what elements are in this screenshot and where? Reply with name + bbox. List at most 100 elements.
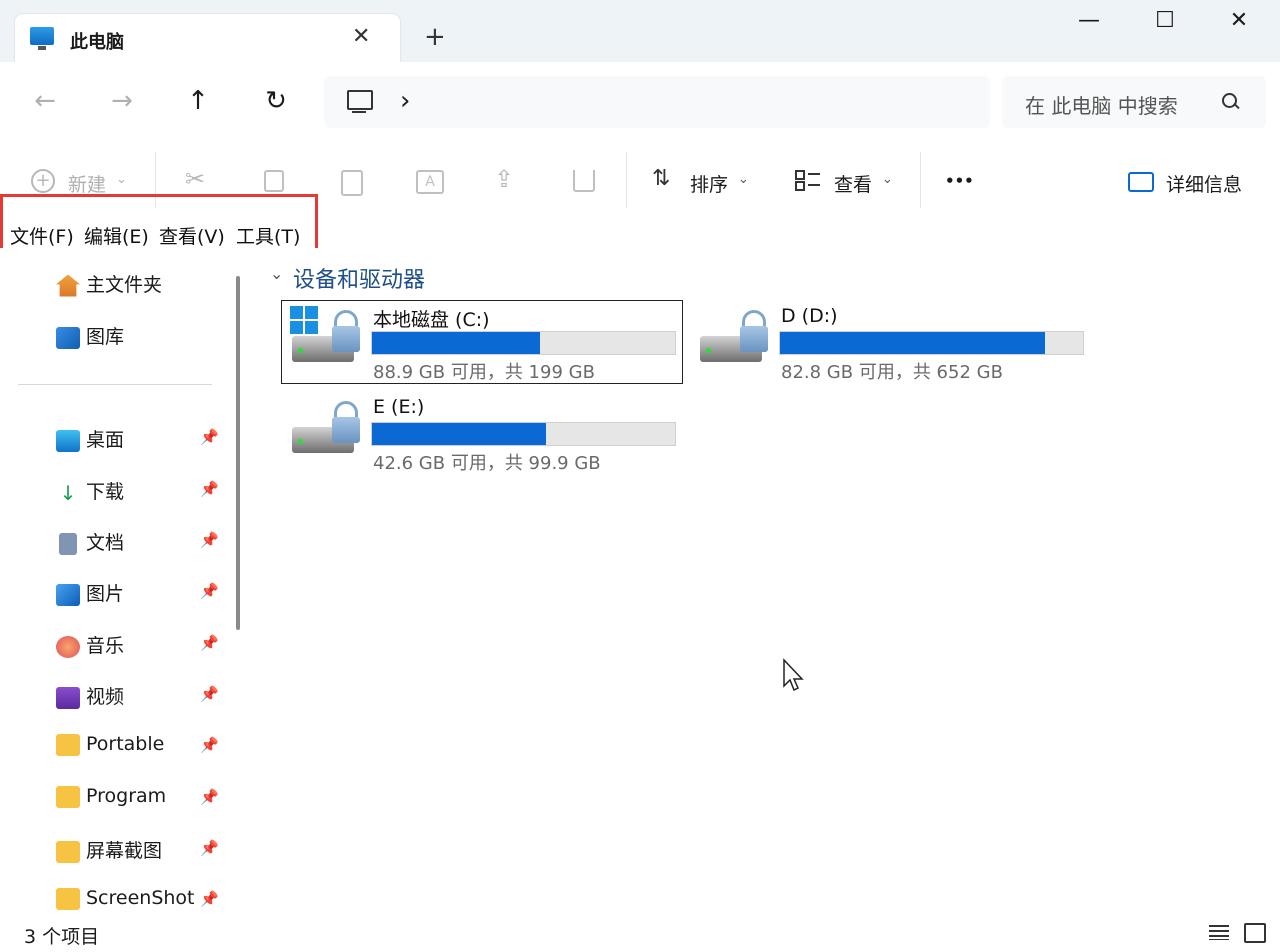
drive-space-c: 88.9 GB 可用，共 199 GB [373, 362, 595, 383]
sidebar-item-videos[interactable]: 视频 [56, 682, 124, 709]
share-icon[interactable]: ⇪ [494, 165, 514, 193]
sidebar-item-label: 视频 [86, 686, 125, 708]
chevron-down-icon: ⌄ [882, 172, 893, 187]
sidebar-item-label: 下载 [86, 481, 125, 503]
copy-icon[interactable] [264, 170, 284, 192]
gallery-icon [56, 326, 80, 349]
drive-name-d[interactable]: D (D:) [781, 305, 838, 327]
pin-icon[interactable]: 📌 [200, 890, 219, 908]
monitor-stand-icon [352, 111, 366, 113]
hard-drive-icon [292, 397, 362, 457]
home-icon [56, 274, 80, 297]
plus-circle-icon: + [31, 169, 55, 193]
up-button[interactable]: ↑ [178, 86, 218, 116]
drive-usage-fill-c [372, 332, 540, 354]
maximize-button[interactable]: ☐ [1142, 8, 1188, 33]
music-icon [56, 635, 80, 658]
details-button[interactable]: 详细信息 [1166, 170, 1242, 197]
pin-icon[interactable]: 📌 [200, 531, 219, 549]
refresh-button[interactable]: ↻ [256, 86, 296, 116]
status-bar [0, 914, 1280, 952]
sidebar-scrollbar[interactable] [236, 276, 240, 630]
sidebar-item-label: 文档 [86, 532, 125, 554]
view-button[interactable]: 查看 [834, 170, 872, 197]
sidebar-item-label: 音乐 [86, 635, 125, 657]
sidebar-item-screenshot[interactable]: ScreenShot [56, 887, 195, 910]
toolbar-separator [920, 152, 921, 208]
sidebar-item-gallery[interactable]: 图库 [56, 322, 124, 349]
cut-icon[interactable]: ✂ [185, 165, 205, 193]
sidebar-item-pictures[interactable]: 图片 [56, 579, 124, 606]
desktop-icon [56, 429, 80, 452]
back-button[interactable]: ← [25, 86, 65, 116]
sidebar-item-screenshots-cn[interactable]: 屏幕截图 [56, 836, 162, 863]
computer-icon [30, 27, 54, 45]
drive-usage-fill-d [780, 332, 1045, 354]
hard-drive-icon [292, 306, 362, 366]
sort-button[interactable]: 排序 [690, 170, 728, 197]
breadcrumb-chevron-icon[interactable]: › [400, 86, 410, 116]
forward-button[interactable]: → [102, 86, 142, 116]
section-header-devices[interactable]: 设备和驱动器 [293, 262, 425, 294]
folder-icon [56, 887, 80, 910]
drive-usage-bar-d [779, 331, 1084, 355]
monitor-icon [347, 90, 373, 110]
sidebar-item-label: ScreenShot [86, 887, 195, 909]
folder-icon [56, 785, 80, 808]
sidebar-item-program[interactable]: Program [56, 785, 166, 808]
chevron-down-icon[interactable]: ⌄ [270, 264, 283, 283]
pin-icon[interactable]: 📌 [200, 788, 219, 806]
hard-drive-icon [700, 306, 770, 366]
pin-icon[interactable]: 📌 [200, 839, 219, 857]
document-icon [59, 532, 77, 555]
sidebar-item-portable[interactable]: Portable [56, 733, 164, 756]
sidebar-item-music[interactable]: 音乐 [56, 631, 124, 658]
drive-usage-fill-e [372, 423, 546, 445]
sidebar-item-label: 图片 [86, 583, 125, 605]
pin-icon[interactable]: 📌 [200, 736, 219, 754]
tab-close-button[interactable]: ✕ [352, 24, 370, 49]
sidebar-item-label: 图库 [86, 326, 125, 348]
pin-icon[interactable]: 📌 [200, 428, 219, 446]
close-window-button[interactable]: ✕ [1216, 8, 1262, 33]
large-icons-view-icon[interactable] [1244, 923, 1266, 943]
details-pane-icon [1128, 172, 1154, 192]
drive-name-c: 本地磁盘 (C:) [373, 309, 490, 331]
sidebar-item-label: Portable [86, 733, 165, 755]
sidebar-item-label: Program [86, 785, 167, 807]
drive-name-e[interactable]: E (E:) [373, 396, 424, 418]
rename-icon[interactable]: A [416, 170, 444, 194]
item-count: 3 个项目 [24, 926, 100, 948]
sidebar-item-label: 主文件夹 [86, 274, 163, 296]
drive-usage-bar-e [371, 422, 676, 446]
minimize-button[interactable]: — [1066, 8, 1112, 33]
delete-icon[interactable] [573, 170, 595, 192]
details-view-icon[interactable] [1209, 924, 1229, 940]
sidebar-item-label: 桌面 [86, 429, 125, 451]
search-input[interactable]: 在 此电脑 中搜索 [1025, 90, 1178, 119]
view-icon [795, 168, 821, 191]
folder-icon [56, 840, 80, 863]
computer-stand-icon [38, 46, 46, 50]
address-bar[interactable] [324, 76, 990, 128]
pin-icon[interactable]: 📌 [200, 582, 219, 600]
more-options-button[interactable]: ••• [945, 172, 974, 190]
drive-space-d: 82.8 GB 可用，共 652 GB [781, 362, 1003, 383]
new-tab-button[interactable]: + [424, 22, 446, 52]
sidebar-item-home[interactable]: 主文件夹 [56, 270, 162, 297]
sidebar-item-downloads[interactable]: ↓ 下载 [56, 477, 124, 504]
chevron-down-icon: ⌄ [116, 172, 127, 187]
pin-icon[interactable]: 📌 [200, 685, 219, 703]
drive-space-e: 42.6 GB 可用，共 99.9 GB [373, 453, 601, 474]
pin-icon[interactable]: 📌 [200, 480, 219, 498]
folder-icon [56, 733, 80, 756]
pictures-icon [56, 583, 80, 606]
download-icon: ↓ [59, 480, 77, 505]
toolbar-separator [626, 152, 627, 208]
sidebar-item-documents[interactable]: 文档 [56, 528, 124, 555]
sidebar-item-desktop[interactable]: 桌面 [56, 425, 124, 452]
paste-icon[interactable] [341, 170, 363, 196]
pin-icon[interactable]: 📌 [200, 634, 219, 652]
sidebar-item-label: 屏幕截图 [86, 840, 163, 862]
new-button[interactable]: 新建 [68, 170, 106, 197]
